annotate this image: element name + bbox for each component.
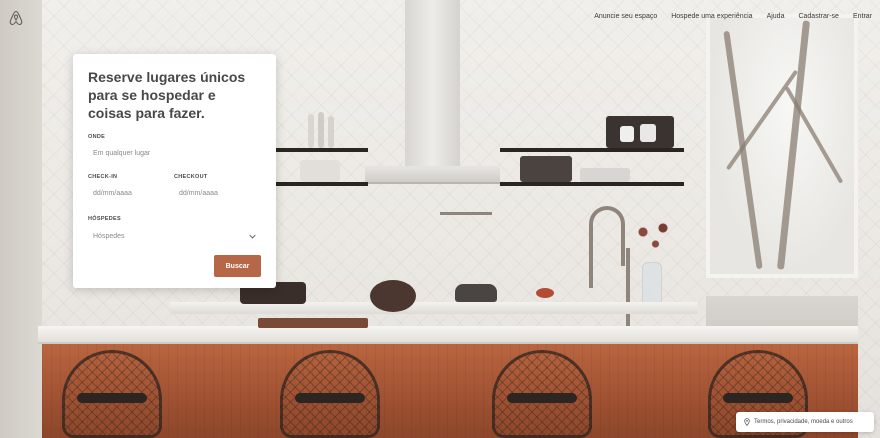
footer-terms-button[interactable]: Termos, privacidade, moeda e outros bbox=[736, 412, 874, 432]
search-card-title: Reserve lugares únicos para se hospedar … bbox=[88, 69, 246, 121]
where-label: ONDE bbox=[88, 134, 106, 140]
guests-select-value: Hóspedes bbox=[93, 232, 125, 240]
checkin-label: CHECK-IN bbox=[88, 174, 118, 180]
search-button[interactable]: Buscar bbox=[214, 255, 261, 277]
location-pin-icon bbox=[744, 418, 750, 426]
guests-label: HÓSPEDES bbox=[88, 216, 121, 222]
where-input[interactable]: Em qualquer lugar bbox=[88, 146, 261, 162]
checkout-label: CHECKOUT bbox=[174, 174, 208, 180]
guests-select[interactable]: Hóspedes bbox=[88, 228, 261, 244]
checkout-input[interactable]: dd/mm/aaaa bbox=[174, 186, 260, 202]
nav-host-experience-link[interactable]: Hospede uma experiência bbox=[671, 13, 752, 20]
nav-login-link[interactable]: Entrar bbox=[853, 13, 872, 20]
nav-host-space-link[interactable]: Anuncie seu espaço bbox=[594, 13, 657, 20]
top-navigation: Anuncie seu espaço Hospede uma experiênc… bbox=[594, 13, 872, 20]
chevron-down-icon bbox=[249, 234, 256, 239]
nav-help-link[interactable]: Ajuda bbox=[767, 13, 785, 20]
checkin-input[interactable]: dd/mm/aaaa bbox=[88, 186, 174, 202]
airbnb-logo-icon[interactable] bbox=[8, 10, 24, 26]
nav-signup-link[interactable]: Cadastrar-se bbox=[798, 13, 838, 20]
search-card: Reserve lugares únicos para se hospedar … bbox=[73, 54, 276, 288]
footer-terms-text: Termos, privacidade, moeda e outros bbox=[754, 419, 853, 425]
